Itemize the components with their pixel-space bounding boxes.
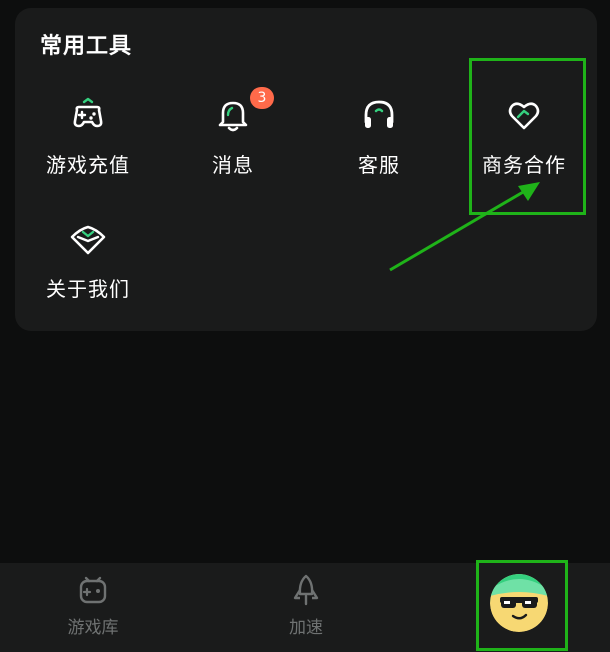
tool-label: 消息 bbox=[212, 153, 254, 177]
nav-label: 加速 bbox=[289, 618, 323, 638]
tool-label: 关于我们 bbox=[46, 277, 130, 301]
section-title: 常用工具 bbox=[40, 34, 133, 59]
nav-accelerate[interactable]: 加速 bbox=[231, 563, 381, 652]
annotation-arrow-icon bbox=[389, 182, 540, 272]
tool-label: 游戏充值 bbox=[46, 153, 130, 177]
nav-label: 游戏库 bbox=[67, 618, 119, 638]
gamepad-icon bbox=[73, 97, 103, 128]
headset-icon bbox=[364, 100, 394, 128]
bell-icon bbox=[218, 101, 248, 132]
highlight-box-avatar bbox=[476, 560, 568, 651]
tool-messages[interactable]: 3 消息 bbox=[160, 87, 306, 205]
unread-badge: 3 bbox=[250, 87, 274, 109]
badge-chevron-icon bbox=[70, 225, 106, 255]
nav-game-library[interactable]: 游戏库 bbox=[18, 563, 168, 652]
rocket-icon bbox=[293, 574, 319, 606]
gamepad-icon bbox=[79, 576, 107, 604]
tool-about-us[interactable]: 关于我们 bbox=[15, 219, 161, 329]
profile-screen: 常用工具 游戏充值 3 消息 客服 商务合作 关于我们 游戏库 加速 bbox=[0, 0, 610, 652]
tool-game-recharge[interactable]: 游戏充值 bbox=[15, 95, 161, 205]
